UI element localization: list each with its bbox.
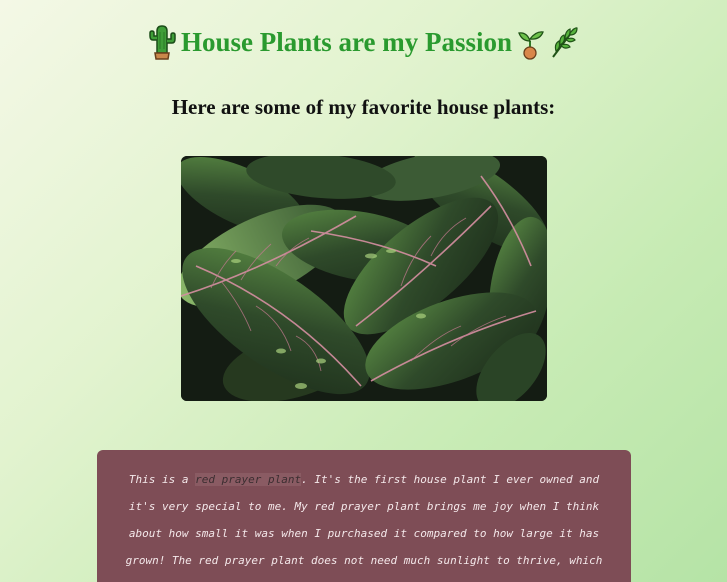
red-prayer-plant-photo: [181, 156, 547, 401]
plant-description-card: This is a red prayer plant. It's the fir…: [97, 450, 631, 582]
plant-description: This is a red prayer plant. It's the fir…: [121, 466, 607, 574]
title-row: House Plants are my Passion: [0, 22, 727, 62]
red-prayer-plant-link[interactable]: red prayer plant: [195, 473, 302, 486]
herb-icon: [548, 23, 580, 61]
page-title: House Plants are my Passion: [180, 27, 512, 57]
description-text-after: . It's the first house plant I ever owne…: [125, 473, 603, 567]
description-text-before: This is a: [128, 473, 196, 486]
seedling-icon: [514, 23, 546, 61]
cactus-icon: [147, 23, 179, 61]
page-subtitle: Here are some of my favorite house plant…: [171, 95, 556, 119]
